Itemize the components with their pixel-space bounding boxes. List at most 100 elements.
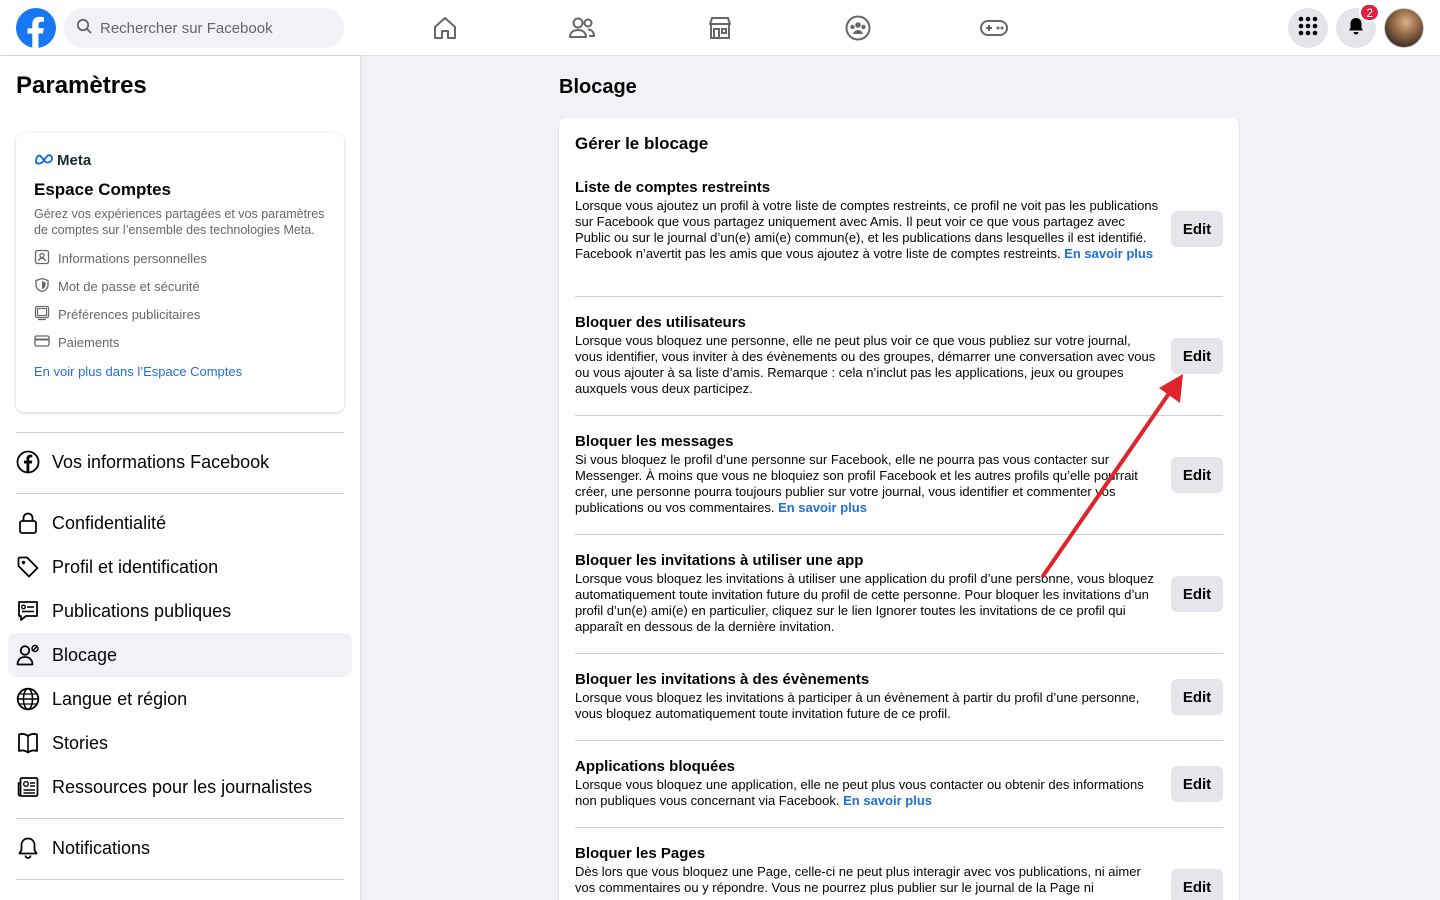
sidebar-item-language-region[interactable]: Langue et région xyxy=(8,677,352,721)
edit-button[interactable]: Edit xyxy=(1171,679,1223,715)
edit-button[interactable]: Edit xyxy=(1171,338,1223,374)
profile-avatar[interactable] xyxy=(1384,8,1424,48)
menu-grid-button[interactable] xyxy=(1288,8,1328,48)
sidebar-item-label: Langue et région xyxy=(52,688,188,709)
top-bar: 2 xyxy=(0,0,1440,56)
section-block-messages: Bloquer les messages Si vous bloquez le … xyxy=(575,432,1223,516)
sidebar-item-journalist-resources[interactable]: Ressources pour les journalistes xyxy=(8,765,352,809)
section-block-event-invites: Bloquer les invitations à des évènements… xyxy=(575,670,1223,722)
meta-infinity-icon xyxy=(34,152,54,169)
learn-more-link[interactable]: En savoir plus xyxy=(1064,246,1153,261)
sidebar-item-notifications[interactable]: Notifications xyxy=(8,826,352,870)
accounts-center-description: Gérez vos expériences partagées et vos p… xyxy=(34,207,325,237)
meta-item-personal-info[interactable]: Informations personnelles xyxy=(34,244,326,272)
section-title: Applications bloquées xyxy=(575,758,736,775)
page-title: Blocage xyxy=(559,76,637,98)
section-block-app-invites: Bloquer les invitations à utiliser une a… xyxy=(575,551,1223,635)
section-title: Liste de comptes restreints xyxy=(575,179,771,196)
meta-item-label: Paiements xyxy=(58,334,120,350)
search-bar[interactable] xyxy=(64,8,344,48)
gaming-icon[interactable] xyxy=(978,12,1010,44)
tag-icon xyxy=(16,555,40,579)
section-title: Bloquer les messages xyxy=(575,433,734,450)
section-block-pages: Bloquer les Pages Dès lors que vous bloq… xyxy=(575,844,1223,900)
accounts-center-title: Espace Comptes xyxy=(34,180,171,199)
section-description: Lorsque vous bloquez une application, el… xyxy=(575,777,1144,808)
divider xyxy=(575,415,1223,416)
globe-icon xyxy=(16,687,40,711)
sidebar-item-privacy[interactable]: Confidentialité xyxy=(8,501,352,545)
bell-icon xyxy=(16,836,40,860)
sidebar-item-profile-tagging[interactable]: Profil et identification xyxy=(8,545,352,589)
meta-item-label: Informations personnelles xyxy=(58,250,207,266)
section-description: Lorsque vous bloquez une personne, elle … xyxy=(575,333,1156,396)
section-description: Si vous bloquez le profil d’une personne… xyxy=(575,452,1138,515)
sidebar-item-public-posts[interactable]: Publications publiques xyxy=(8,589,352,633)
section-description: Dès lors que vous bloquez une Page, cell… xyxy=(575,864,1141,895)
divider xyxy=(16,879,344,880)
card-title: Gérer le blocage xyxy=(575,134,709,153)
section-description: Lorsque vous bloquez les invitations à p… xyxy=(575,690,1140,721)
edit-button[interactable]: Edit xyxy=(1171,766,1223,802)
sidebar-item-blocking[interactable]: Blocage xyxy=(8,633,352,677)
sidebar-item-stories[interactable]: Stories xyxy=(8,721,352,765)
groups-icon[interactable] xyxy=(842,12,874,44)
sidebar-item-your-facebook-information[interactable]: Vos informations Facebook xyxy=(8,440,352,484)
book-icon xyxy=(16,731,40,755)
section-restricted-list: Liste de comptes restreints Lorsque vous… xyxy=(575,178,1223,262)
newspaper-icon xyxy=(16,775,40,799)
edit-button[interactable]: Edit xyxy=(1171,457,1223,493)
friends-icon[interactable] xyxy=(566,12,598,44)
section-blocked-apps: Applications bloquées Lorsque vous bloqu… xyxy=(575,757,1223,809)
credit-card-icon xyxy=(34,333,50,352)
edit-button[interactable]: Edit xyxy=(1171,869,1223,900)
meta-logo: Meta xyxy=(34,152,326,169)
sidebar-item-label: Confidentialité xyxy=(52,512,167,533)
blocked-user-icon xyxy=(16,643,40,667)
grid-icon xyxy=(1298,16,1318,41)
meta-item-ad-preferences[interactable]: Préférences publicitaires xyxy=(34,300,326,328)
section-block-users: Bloquer des utilisateurs Lorsque vous bl… xyxy=(575,313,1223,397)
meta-item-payments[interactable]: Paiements xyxy=(34,328,326,356)
sidebar-item-label: Vos informations Facebook xyxy=(52,451,270,472)
blocking-settings-card: Gérer le blocage Liste de comptes restre… xyxy=(559,118,1239,900)
sidebar-item-label: Blocage xyxy=(52,644,118,665)
notifications-button[interactable]: 2 xyxy=(1336,3,1380,48)
accounts-center-link[interactable]: En voir plus dans l’Espace Comptes xyxy=(34,364,326,379)
divider xyxy=(16,818,344,819)
divider xyxy=(16,493,344,494)
section-title: Bloquer des utilisateurs xyxy=(575,314,746,331)
section-title: Bloquer les invitations à utiliser une a… xyxy=(575,552,864,569)
divider xyxy=(16,432,344,433)
divider xyxy=(575,296,1223,297)
search-input[interactable] xyxy=(100,19,320,37)
section-description: Lorsque vous ajoutez un profil à votre l… xyxy=(575,198,1159,261)
sidebar-item-label: Ressources pour les journalistes xyxy=(52,776,313,797)
lock-icon xyxy=(16,511,40,535)
meta-item-password-security[interactable]: Mot de passe et sécurité xyxy=(34,272,326,300)
learn-more-link[interactable]: En savoir plus xyxy=(778,500,867,515)
shield-icon xyxy=(34,277,50,296)
notification-badge: 2 xyxy=(1359,3,1380,22)
facebook-logo-icon[interactable] xyxy=(16,8,56,48)
sidebar-item-label: Stories xyxy=(52,732,109,753)
sidebar-title: Paramètres xyxy=(16,72,147,99)
section-title: Bloquer les Pages xyxy=(575,845,706,862)
monitor-icon xyxy=(34,305,50,324)
divider xyxy=(575,653,1223,654)
sidebar-item-label: Notifications xyxy=(52,837,151,858)
facebook-icon xyxy=(16,450,40,474)
section-title: Bloquer les invitations à des évènements xyxy=(575,671,870,688)
home-icon[interactable] xyxy=(429,12,461,44)
sidebar-item-label: Publications publiques xyxy=(52,600,232,621)
divider xyxy=(575,534,1223,535)
sidebar-item-label: Profil et identification xyxy=(52,556,219,577)
marketplace-icon[interactable] xyxy=(704,12,736,44)
divider xyxy=(575,740,1223,741)
edit-button[interactable]: Edit xyxy=(1171,576,1223,612)
section-description: Lorsque vous bloquez les invitations à u… xyxy=(575,571,1154,634)
meta-item-label: Mot de passe et sécurité xyxy=(58,278,200,294)
learn-more-link[interactable]: En savoir plus xyxy=(843,793,932,808)
accounts-center-card[interactable]: Meta Espace Comptes Gérez vos expérience… xyxy=(16,133,344,412)
edit-button[interactable]: Edit xyxy=(1171,211,1223,247)
